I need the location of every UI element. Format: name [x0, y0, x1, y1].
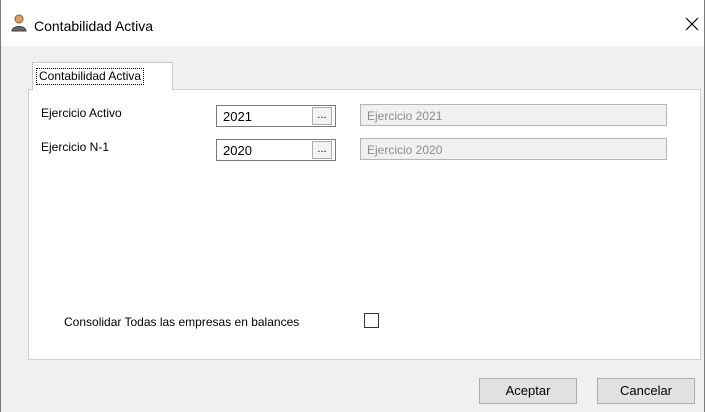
dialog-window: Contabilidad Activa Contabilidad Activa … [0, 0, 705, 412]
tab-contabilidad-activa[interactable]: Contabilidad Activa [32, 62, 173, 90]
user-icon [11, 14, 27, 32]
ejercicio-activo-label: Ejercicio Activo [41, 106, 122, 120]
ejercicio-activo-description: Ejercicio 2021 [360, 104, 667, 126]
close-icon [681, 13, 703, 35]
close-button[interactable] [681, 13, 703, 35]
ejercicio-n1-label: Ejercicio N-1 [41, 140, 110, 154]
window-title: Contabilidad Activa [34, 18, 154, 34]
title-bar: Contabilidad Activa [1, 0, 704, 46]
cancelar-button[interactable]: Cancelar [597, 378, 695, 404]
ejercicio-n1-browse-button[interactable]: ... [312, 141, 332, 159]
tab-label: Contabilidad Activa [36, 68, 145, 85]
ejercicio-activo-browse-button[interactable]: ... [312, 107, 332, 125]
consolidar-label: Consolidar Todas las empresas en balance… [64, 315, 300, 329]
ejercicio-n1-description: Ejercicio 2020 [360, 138, 667, 160]
aceptar-button[interactable]: Aceptar [479, 378, 577, 404]
consolidar-checkbox[interactable] [364, 313, 379, 328]
